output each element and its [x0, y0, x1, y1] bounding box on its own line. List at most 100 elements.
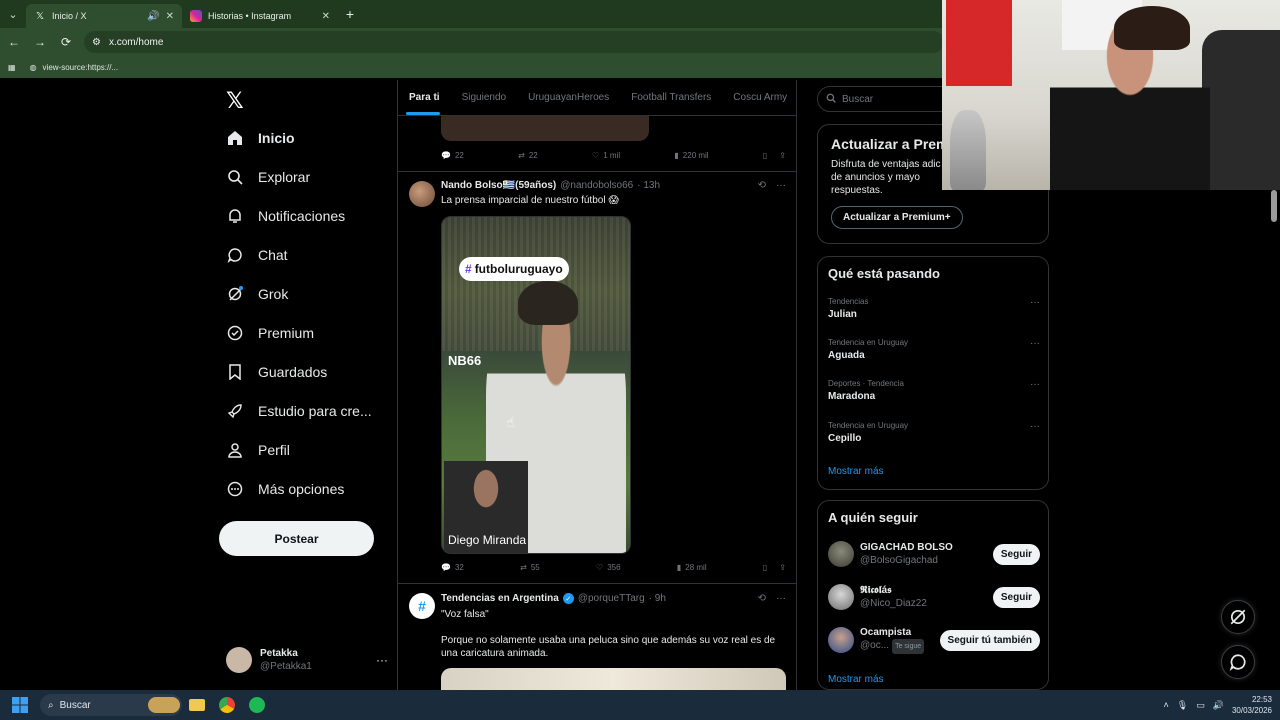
nav-item-estudio[interactable]: Estudio para cre...	[226, 398, 372, 424]
trend-item[interactable]: Deportes · Tendencia Maradona ···	[828, 379, 1040, 402]
bookmark-item[interactable]: ◍ view-source:https://...	[30, 63, 119, 72]
speaker-icon[interactable]: 🔊	[147, 11, 159, 22]
follow-button[interactable]: Seguir	[992, 543, 1040, 565]
grok-icon	[1230, 609, 1246, 625]
tweet-text: "Voz falsa"	[441, 609, 489, 620]
trend-item[interactable]: Tendencia en Uruguay Aguada ···	[828, 338, 1040, 361]
nav-item-notificaciones[interactable]: Notificaciones	[226, 203, 345, 229]
tab-title: Historias • Instagram	[208, 11, 292, 21]
clock[interactable]: 22:53 30/03/2026	[1232, 694, 1272, 716]
nav-item-chat[interactable]: Chat	[226, 242, 288, 268]
premium-icon	[226, 324, 244, 342]
profile-handle: @Petakka1	[260, 661, 312, 672]
tab-title: Inicio / X	[52, 11, 87, 21]
search-input[interactable]: Buscar	[817, 86, 957, 112]
chevron-up-icon[interactable]: ˄	[1164, 700, 1169, 710]
avatar[interactable]	[828, 627, 854, 653]
nav-item-explorar[interactable]: Explorar	[226, 164, 310, 190]
tweet-text: Porque no solamente usaba una peluca sin…	[441, 635, 776, 659]
browser-tab-x[interactable]: 𝕏 Inicio / X 🔊 ✕	[26, 4, 182, 28]
new-tab-button[interactable]: +	[338, 6, 362, 22]
microphone-icon[interactable]: 🎙	[1177, 700, 1188, 711]
nav-item-premium[interactable]: Premium	[226, 320, 314, 346]
instagram-icon	[190, 10, 202, 22]
profile-name: Petakka	[260, 648, 298, 659]
follow-suggestion[interactable]: GIGACHAD BOLSO @BolsoGigachad Seguir	[828, 539, 1040, 569]
back-icon[interactable]: ←	[6, 34, 22, 50]
avatar[interactable]	[828, 584, 854, 610]
file-explorer-icon[interactable]	[182, 690, 212, 720]
main-feed: Para ti Siguiendo UruguayanHeroes Footba…	[397, 80, 797, 690]
tweet[interactable]: # Tendencias en Argentina ✓ @porqueTTarg…	[398, 80, 796, 690]
close-tab-icon[interactable]: ✕	[166, 11, 174, 22]
messages-button[interactable]	[1221, 645, 1255, 679]
nav-item-perfil[interactable]: Perfil	[226, 437, 290, 463]
nav-item-inicio[interactable]: Inicio	[226, 125, 295, 151]
follow-button[interactable]: Seguir	[992, 586, 1040, 608]
more-dots-icon[interactable]: ···	[776, 593, 786, 604]
search-icon: ⌕	[48, 699, 54, 711]
url-input[interactable]: ⚙ x.com/home	[84, 31, 944, 53]
x-logo-icon[interactable]: 𝕏	[226, 88, 244, 114]
nav-label: Chat	[258, 247, 288, 263]
grok-button[interactable]	[1221, 600, 1255, 634]
author-name[interactable]: Tendencias en Argentina	[441, 593, 559, 604]
windows-start-button[interactable]	[0, 697, 40, 713]
nav-item-grok[interactable]: Grok	[226, 281, 288, 307]
chat-icon	[1229, 654, 1246, 671]
avatar	[226, 647, 252, 673]
windows-icon	[12, 697, 28, 713]
author-handle[interactable]: @porqueTTarg	[578, 593, 645, 604]
hashtag-avatar-icon[interactable]: #	[409, 593, 435, 619]
upgrade-premium-button[interactable]: Actualizar a Premium+	[831, 206, 963, 229]
more-dots-icon[interactable]: ···	[1030, 421, 1040, 432]
trend-item[interactable]: Tendencias Julian ···	[828, 297, 1040, 320]
windows-taskbar: ⌕ Buscar ˄ 🎙 ▭ 🔊 22:53 30/03/2026	[0, 690, 1280, 720]
site-info-icon[interactable]: ⚙	[92, 37, 101, 48]
follow-suggestion[interactable]: Ocampista @oc... Te sigue Seguir tú tambi…	[828, 625, 1040, 655]
taskbar-search[interactable]: ⌕ Buscar	[40, 694, 182, 716]
close-tab-icon[interactable]: ✕	[322, 11, 330, 22]
apps-icon[interactable]: ▦	[8, 63, 16, 72]
person-icon	[226, 441, 244, 459]
show-more-link[interactable]: Mostrar más	[828, 674, 884, 685]
spotify-icon[interactable]	[242, 690, 272, 720]
post-button[interactable]: Postear	[219, 521, 374, 556]
bell-icon	[226, 207, 244, 225]
page-scrollbar[interactable]	[1270, 190, 1278, 690]
more-dots-icon[interactable]: ···	[1030, 379, 1040, 390]
trend-item[interactable]: Tendencia en Uruguay Cepillo ···	[828, 421, 1040, 444]
search-icon	[226, 168, 244, 186]
chat-icon	[226, 246, 244, 264]
tab-search-button[interactable]: ⌄	[0, 0, 26, 28]
follow-back-button[interactable]: Seguir tú también	[939, 629, 1040, 651]
tweet-media[interactable]	[441, 668, 786, 690]
account-switcher[interactable]: Petakka @Petakka1 ···	[226, 642, 388, 678]
nav-item-mas-opciones[interactable]: Más opciones	[226, 476, 344, 502]
more-dots-icon[interactable]: ···	[1030, 338, 1040, 349]
url-text: x.com/home	[108, 36, 164, 48]
tweet-time[interactable]: · 9h	[649, 593, 666, 604]
volume-icon[interactable]: 🔊	[1213, 700, 1224, 711]
who-to-follow-card: A quién seguir GIGACHAD BOLSO @BolsoGiga…	[817, 500, 1049, 690]
reload-icon[interactable]: ⟳	[58, 34, 74, 50]
search-placeholder: Buscar	[842, 93, 874, 105]
nav-item-guardados[interactable]: Guardados	[226, 359, 327, 385]
system-tray: ˄ 🎙 ▭ 🔊 22:53 30/03/2026	[1164, 694, 1280, 716]
grok-icon[interactable]: ⟲	[758, 593, 766, 604]
x-logo-icon: 𝕏	[35, 10, 45, 22]
nav-label: Perfil	[258, 442, 290, 458]
browser-tab-instagram[interactable]: Historias • Instagram ✕	[182, 4, 338, 28]
follow-suggestion[interactable]: 𝕽𝖎𝖈𝖔𝖑á𝖘 @Nico_Diaz22 Seguir	[828, 582, 1040, 612]
trophy-image	[950, 110, 986, 190]
more-dots-icon[interactable]: ···	[1030, 297, 1040, 308]
avatar[interactable]	[828, 541, 854, 567]
chrome-icon[interactable]	[212, 690, 242, 720]
more-dots-icon[interactable]: ···	[376, 653, 388, 667]
scrollbar-thumb[interactable]	[1271, 190, 1277, 222]
network-icon[interactable]: ▭	[1196, 700, 1205, 711]
show-more-link[interactable]: Mostrar más	[828, 466, 884, 477]
tweet-header: Tendencias en Argentina ✓ @porqueTTarg ·…	[441, 593, 786, 604]
forward-icon[interactable]: →	[32, 34, 48, 50]
follows-you-badge: Te sigue	[892, 639, 925, 654]
